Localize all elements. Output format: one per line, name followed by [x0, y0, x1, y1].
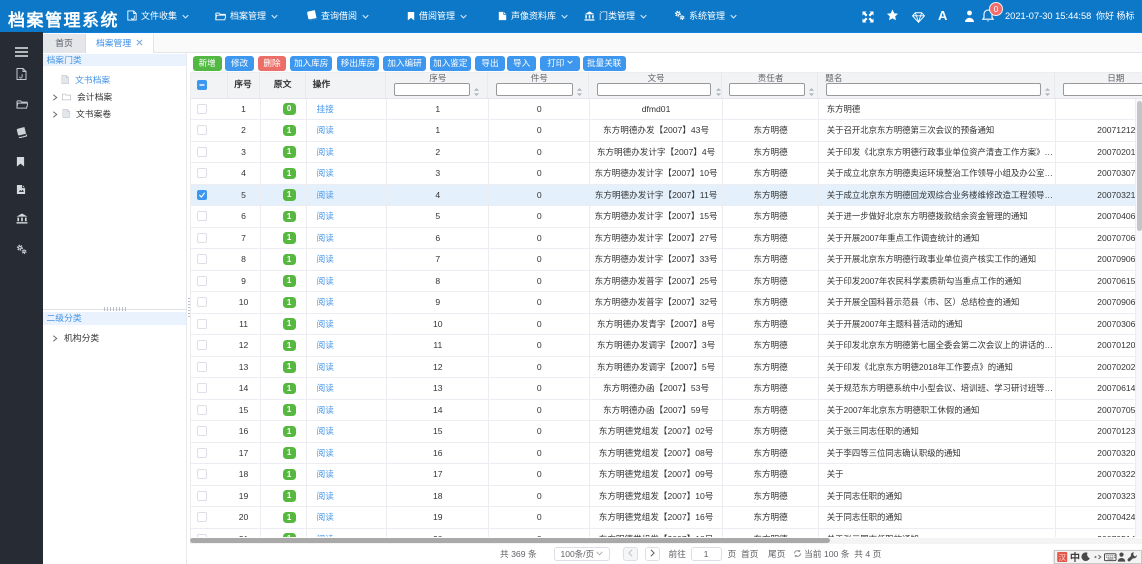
svg-text:中: 中	[1070, 551, 1080, 564]
svg-text:汉: 汉	[1058, 553, 1066, 562]
